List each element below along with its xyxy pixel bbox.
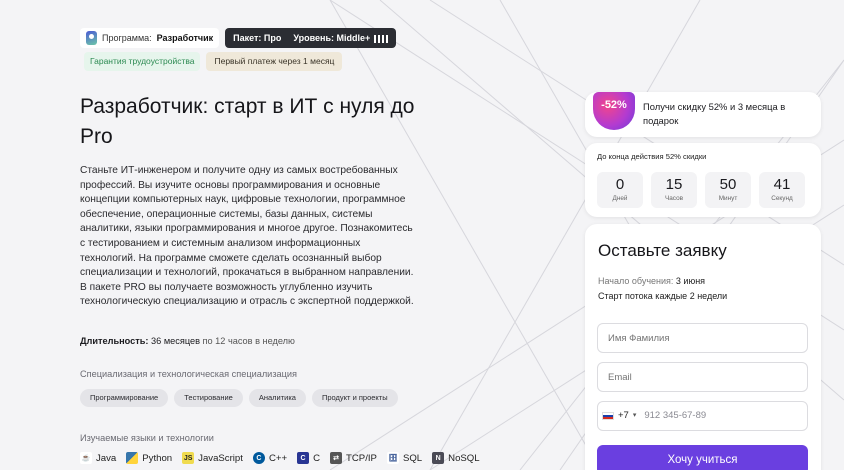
- level-label: Уровень: Middle+: [293, 33, 389, 43]
- name-field[interactable]: [597, 323, 808, 353]
- chip-analytics[interactable]: Аналитика: [248, 389, 306, 407]
- application-form: Оставьте заявку Начало обучения: 3 июня …: [585, 224, 821, 470]
- start-date: Начало обучения: 3 июня: [598, 276, 706, 286]
- tech-java: ☕ Java: [80, 452, 117, 464]
- form-title: Оставьте заявку: [598, 241, 727, 260]
- countdown-days: 0 Дней: [597, 172, 643, 208]
- javascript-icon: JS: [182, 452, 195, 464]
- chevron-down-icon[interactable]: ▾: [633, 402, 637, 430]
- duration: Длительность: 36 месяцев по 12 часов в н…: [80, 336, 295, 346]
- promo-card[interactable]: -52% Получи скидку 52% и 3 месяца в пода…: [585, 92, 821, 137]
- course-description: Станьте ИТ-инженером и получите одну из …: [80, 165, 414, 308]
- phone-field[interactable]: +7 ▾ 912 345-67-89: [597, 401, 808, 431]
- phone-code[interactable]: +7: [618, 402, 629, 430]
- countdown-title: До конца действия 52% скидки: [597, 152, 707, 161]
- badges-row: Программа: Разработчик Пакет: Про Уровен…: [80, 28, 397, 48]
- tech-sql: 🗄 SQL: [386, 452, 423, 464]
- submit-button[interactable]: Хочу учиться: [597, 445, 808, 470]
- chip-programming[interactable]: Программирование: [80, 389, 169, 407]
- countdown-seconds: 41 Секунд: [759, 172, 805, 208]
- badges-row-2: Гарантия трудоустройства Первый платеж ч…: [84, 52, 343, 71]
- countdown-hours: 15 Часов: [651, 172, 697, 208]
- guarantee-badge: Гарантия трудоустройства: [84, 52, 201, 71]
- cpp-icon: C: [252, 452, 265, 464]
- database-icon: 🗄: [386, 452, 399, 464]
- level-bars-icon: [374, 34, 389, 43]
- russia-flag-icon[interactable]: [602, 412, 614, 420]
- tech-javascript: JS JavaScript: [182, 452, 243, 464]
- first-payment-badge: Первый платеж через 1 месяц: [206, 52, 343, 71]
- java-icon: ☕: [80, 452, 92, 464]
- program-prefix: Программа:: [102, 33, 152, 43]
- technologies-list: ☕ Java Python JS JavaScript C C++ C C ⇄ …: [80, 452, 480, 464]
- email-field[interactable]: [597, 362, 808, 392]
- technologies-label: Изучаемые языки и технологии: [80, 433, 214, 443]
- countdown-minutes: 50 Минут: [705, 172, 751, 208]
- duration-label: Длительность:: [80, 336, 149, 346]
- countdown-boxes: 0 Дней 15 Часов 50 Минут 41 Секунд: [597, 172, 805, 208]
- network-icon: ⇄: [330, 452, 343, 464]
- package-label: Пакет: Про: [233, 33, 282, 43]
- program-badge: Программа: Разработчик: [80, 28, 220, 48]
- specialization-chips: Программирование Тестирование Аналитика …: [80, 389, 398, 407]
- tech-python: Python: [126, 452, 172, 464]
- countdown-card: До конца действия 52% скидки 0 Дней 15 Час…: [585, 143, 821, 217]
- chip-testing[interactable]: Тестирование: [174, 389, 243, 407]
- package-badge: Пакет: Про Уровень: Middle+: [225, 28, 397, 48]
- tech-cpp: C C++: [252, 452, 287, 464]
- tech-c: C C: [297, 452, 320, 464]
- page-title: Разработчик: старт в ИТ с нуля до Pro: [80, 95, 415, 148]
- duration-value: 36 месяцев: [151, 336, 200, 346]
- phone-placeholder: 912 345-67-89: [644, 410, 707, 421]
- program-name: Разработчик: [156, 33, 214, 43]
- program-logo-icon: [86, 31, 97, 45]
- python-icon: [126, 452, 139, 464]
- c-icon: C: [297, 452, 310, 464]
- discount-badge: -52%: [593, 92, 635, 130]
- promo-text: Получи скидку 52% и 3 месяца в подарок: [643, 101, 786, 126]
- chip-product[interactable]: Продукт и проекты: [311, 389, 398, 407]
- tech-tcpip: ⇄ TCP/IP: [330, 452, 377, 464]
- tech-nosql: N NoSQL: [432, 452, 480, 464]
- specialization-label: Специализация и технологическая специали…: [80, 369, 298, 379]
- stream-info: Старт потока каждые 2 недели: [598, 291, 728, 301]
- duration-note: по 12 часов в неделю: [202, 336, 295, 346]
- nosql-icon: N: [432, 452, 445, 464]
